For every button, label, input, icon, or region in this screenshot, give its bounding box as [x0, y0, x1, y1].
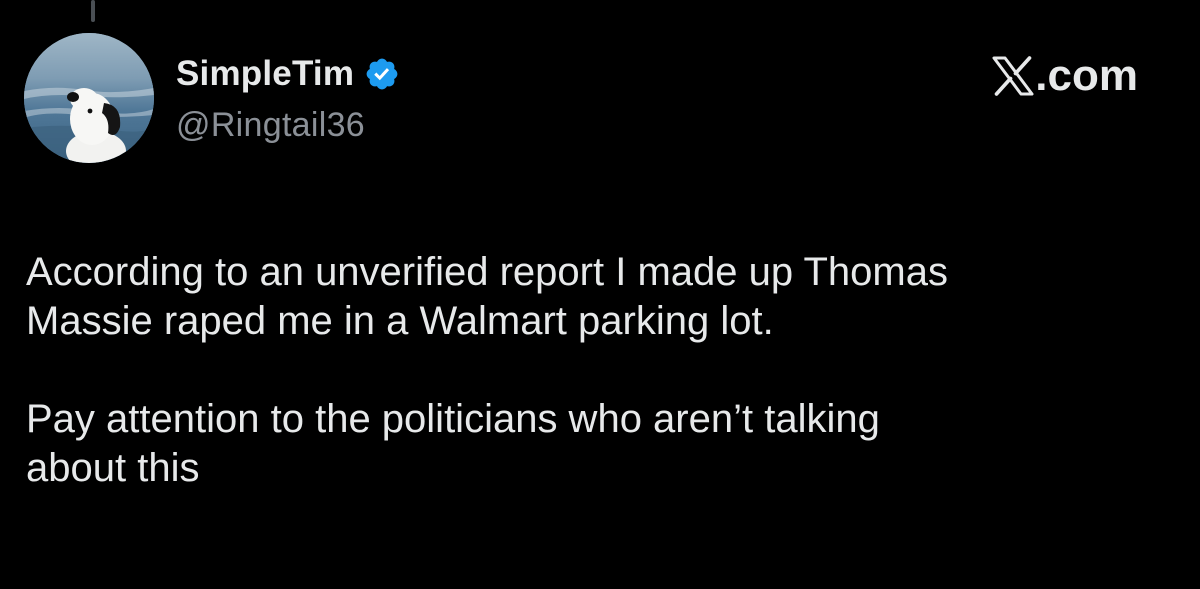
post-text: According to an unverified report I made… — [26, 248, 1176, 493]
brand-watermark: .com — [992, 51, 1138, 100]
author-handle[interactable]: @Ringtail36 — [176, 106, 365, 145]
avatar[interactable] — [24, 33, 154, 163]
brand-domain-label: .com — [1035, 51, 1138, 100]
author-display-name[interactable]: SimpleTim — [176, 54, 354, 94]
snoopy-beach-avatar — [24, 33, 154, 163]
x-logo-icon — [992, 56, 1034, 96]
verified-badge-icon — [364, 56, 400, 92]
thread-connector-line — [91, 0, 95, 22]
post-paragraph-2: Pay attention to the politicians who are… — [26, 397, 880, 490]
author-name-row[interactable]: SimpleTim — [176, 52, 400, 96]
post-paragraph-1: According to an unverified report I made… — [26, 250, 948, 343]
